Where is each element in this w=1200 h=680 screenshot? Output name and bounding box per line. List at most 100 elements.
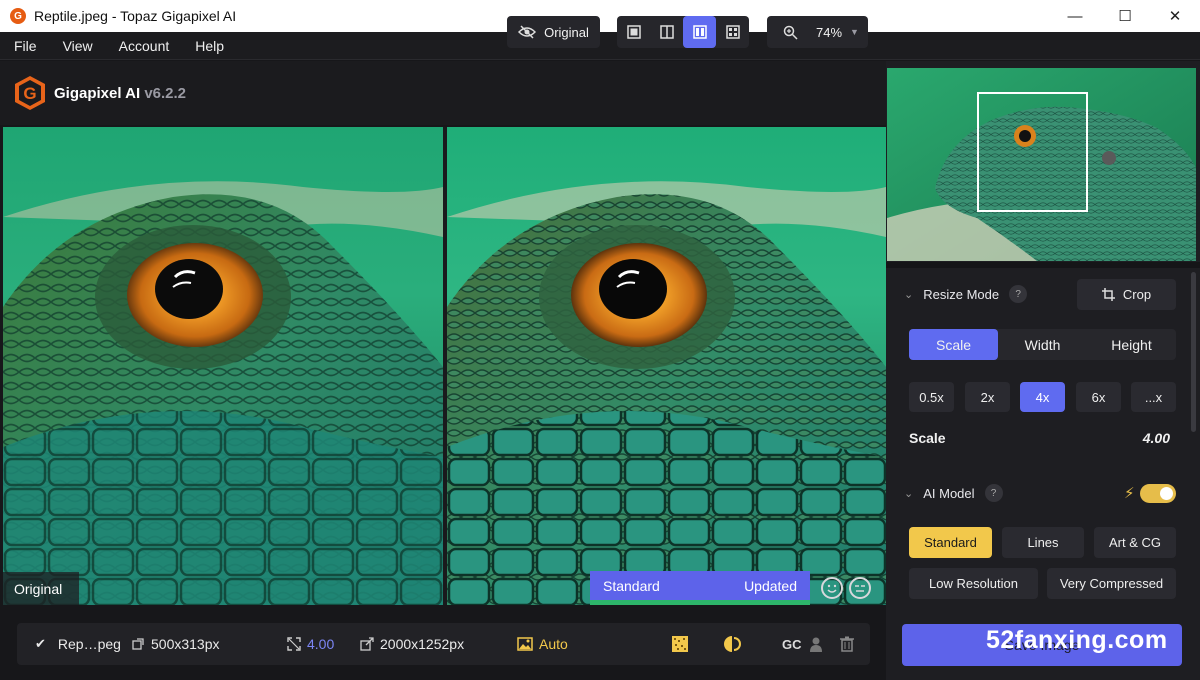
menu-help[interactable]: Help <box>195 38 224 54</box>
ai-model-header[interactable]: ⌄ AI Model ? <box>904 484 1003 502</box>
scale-readout: 4.00 <box>287 623 334 665</box>
tab-width[interactable]: Width <box>998 329 1087 360</box>
delete-button[interactable] <box>840 623 854 665</box>
single-view-button[interactable] <box>617 16 650 48</box>
output-size: 2000x1252px <box>360 623 464 665</box>
zoom-control[interactable]: 74% ▼ <box>767 16 868 48</box>
auto-settings[interactable]: Auto <box>517 623 568 665</box>
quad-view-button[interactable] <box>716 16 749 48</box>
chevron-down-icon: ▼ <box>850 27 859 37</box>
processed-lizard-image <box>447 127 886 605</box>
model-status-bar: Standard Updated <box>590 571 810 605</box>
preset-0-5x[interactable]: 0.5x <box>909 382 954 412</box>
eye-hidden-icon <box>518 25 537 39</box>
window-title: Reptile.jpeg - Topaz Gigapixel AI <box>34 8 237 24</box>
gc-label: GC <box>782 636 802 652</box>
gigapixel-logo-icon: G <box>15 76 45 110</box>
preset-4x[interactable]: 4x <box>1020 382 1065 412</box>
app-brand: Gigapixel AI v6.2.2 <box>54 85 186 102</box>
app-logo-icon: G <box>10 8 26 24</box>
crop-label: Crop <box>1122 287 1152 302</box>
show-original-button[interactable]: Original <box>507 16 600 48</box>
neutral-feedback-icon[interactable] <box>849 577 871 599</box>
crop-icon <box>1101 288 1115 301</box>
person-icon <box>809 637 822 652</box>
original-pane-label: Original <box>3 572 79 605</box>
navigator-viewport-rect[interactable] <box>977 92 1088 212</box>
zoom-icon <box>783 25 798 40</box>
panel-separator <box>886 262 1200 268</box>
model-low-resolution[interactable]: Low Resolution <box>909 568 1038 599</box>
menu-bar: File View Account Help <box>0 32 1200 60</box>
panel-scrollbar-thumb[interactable] <box>1191 272 1196 432</box>
close-button[interactable]: ✕ <box>1150 0 1200 32</box>
chevron-down-icon: ⌄ <box>904 487 914 500</box>
grain-button[interactable] <box>672 623 688 665</box>
window-titlebar: G Reptile.jpeg - Topaz Gigapixel AI — ☐ … <box>0 0 1200 32</box>
side-by-side-view-icon <box>692 25 707 39</box>
resize-mode-header[interactable]: ⌄ Resize Mode ? <box>904 285 1028 303</box>
split-view-icon <box>659 25 674 39</box>
update-status-label: Updated <box>744 577 797 594</box>
input-size-value: 500x313px <box>151 636 220 652</box>
auto-label: Auto <box>539 636 568 652</box>
file-status-bar: ✔ Rep…peg 500x313px 4.00 2000x1252px Aut… <box>17 623 870 665</box>
original-lizard-image <box>3 127 443 605</box>
output-size-value: 2000x1252px <box>380 636 465 652</box>
scale-label: Scale <box>909 430 946 446</box>
split-view-button[interactable] <box>650 16 683 48</box>
watermark-text: 52fanxing.com <box>986 626 1168 654</box>
output-size-icon <box>360 637 374 651</box>
model-art-cg[interactable]: Art & CG <box>1094 527 1176 558</box>
chevron-down-icon: ⌄ <box>904 288 914 301</box>
processed-image-pane[interactable] <box>447 127 886 605</box>
single-view-icon <box>626 25 641 39</box>
menu-view[interactable]: View <box>63 38 93 54</box>
preset-custom[interactable]: ...x <box>1131 382 1176 412</box>
scale-value-input[interactable]: 4.00 <box>1100 430 1170 446</box>
auto-model-toggle[interactable] <box>1140 484 1176 503</box>
resize-mode-title: Resize Mode <box>923 286 1000 302</box>
side-by-side-view-button[interactable] <box>683 16 716 48</box>
view-mode-group <box>617 16 749 48</box>
menu-account[interactable]: Account <box>119 38 170 54</box>
gc-toggle[interactable]: GC <box>782 623 824 665</box>
preset-2x[interactable]: 2x <box>965 382 1010 412</box>
file-entry[interactable]: ✔ Rep…peg <box>35 623 121 665</box>
ai-model-title: AI Model <box>923 485 975 501</box>
expand-icon <box>287 637 301 651</box>
model-name-label: Standard <box>603 577 660 594</box>
app-name: Gigapixel AI <box>54 85 141 102</box>
input-size: 500x313px <box>131 623 220 665</box>
checkmark-icon: ✔ <box>35 636 46 651</box>
menu-file[interactable]: File <box>14 38 37 54</box>
minimize-button[interactable]: — <box>1050 0 1100 32</box>
crop-button[interactable]: Crop <box>1077 279 1176 310</box>
model-lines[interactable]: Lines <box>1002 527 1084 558</box>
svg-text:G: G <box>23 84 36 103</box>
app-version: v6.2.2 <box>144 85 187 102</box>
auto-image-icon <box>517 637 533 651</box>
zoom-level: 74% <box>816 24 843 40</box>
lightning-icon: ⚡ <box>1124 485 1135 502</box>
model-very-compressed[interactable]: Very Compressed <box>1047 568 1176 599</box>
smile-feedback-icon[interactable] <box>821 577 843 599</box>
quad-view-icon <box>725 25 740 39</box>
grain-icon <box>672 636 688 652</box>
resize-help-icon[interactable]: ? <box>1009 285 1028 303</box>
tab-height[interactable]: Height <box>1087 329 1176 360</box>
preset-6x[interactable]: 6x <box>1076 382 1121 412</box>
input-size-icon <box>132 638 144 650</box>
model-standard[interactable]: Standard <box>909 527 992 558</box>
top-toolbar: G Gigapixel AI v6.2.2 <box>0 61 886 125</box>
maximize-button[interactable]: ☐ <box>1100 0 1150 32</box>
original-image-pane[interactable] <box>3 127 443 605</box>
ai-model-help-icon[interactable]: ? <box>984 484 1003 502</box>
file-name: Rep…peg <box>57 636 121 652</box>
color-correction-button[interactable] <box>723 623 741 665</box>
tab-scale[interactable]: Scale <box>909 329 998 360</box>
toggle-knob <box>1160 487 1173 500</box>
color-correction-icon <box>724 636 741 652</box>
scale-readout-value: 4.00 <box>307 636 335 652</box>
trash-icon <box>840 636 854 652</box>
